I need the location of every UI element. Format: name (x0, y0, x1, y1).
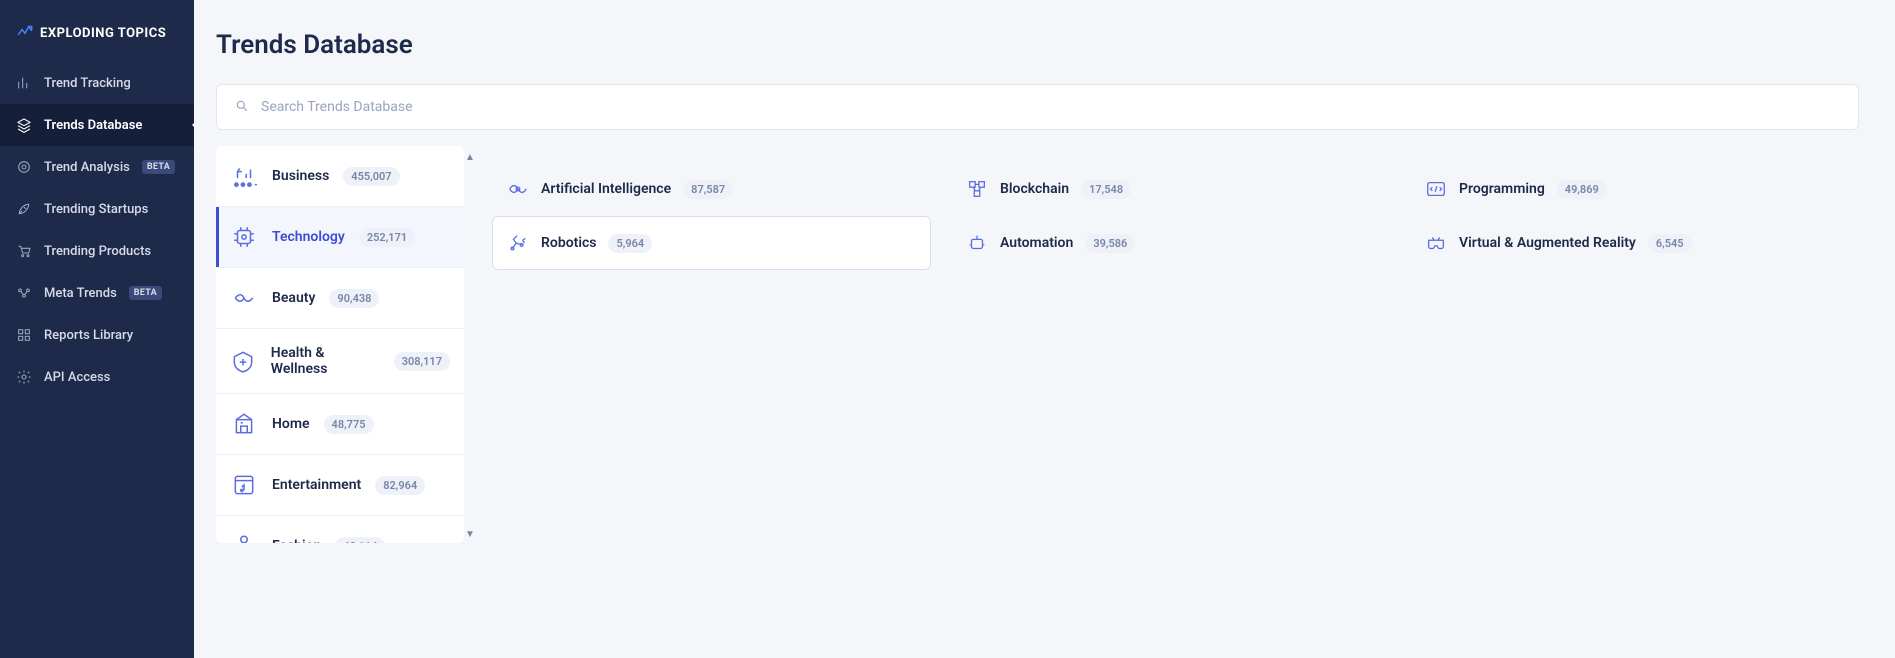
search-icon (235, 98, 261, 117)
automation-icon (966, 232, 988, 254)
subcategory-label: Virtual & Augmented Reality (1459, 235, 1636, 251)
category-health[interactable]: Health & Wellness 308,117 (216, 329, 464, 394)
subcategory-count: 49,869 (1557, 180, 1607, 199)
category-count: 48,775 (324, 415, 374, 434)
rocket-icon (16, 201, 32, 217)
subcategory-count: 5,964 (608, 234, 652, 253)
subcategory-count: 87,587 (683, 180, 733, 199)
nav-label: Trend Tracking (44, 76, 131, 91)
subcategory-label: Automation (1000, 235, 1073, 251)
nav-trend-analysis[interactable]: Trend Analysis BETA (0, 146, 194, 188)
subcategory-blockchain[interactable]: Blockchain 17,548 (951, 162, 1390, 216)
category-business[interactable]: Business 455,007 (216, 146, 464, 207)
subcategory-label: Artificial Intelligence (541, 181, 671, 197)
category-technology[interactable]: Technology 252,171 (216, 207, 464, 268)
category-label: Entertainment (272, 477, 361, 493)
chart-icon (16, 75, 32, 91)
health-icon (230, 347, 257, 375)
nav-meta-trends[interactable]: Meta Trends BETA (0, 272, 194, 314)
fashion-icon (230, 532, 258, 543)
main-content: Trends Database ▲ Business 455,007 Techn… (194, 0, 1895, 658)
subcategory-count: 17,548 (1081, 180, 1131, 199)
entertainment-icon (230, 471, 258, 499)
category-entertainment[interactable]: Entertainment 82,964 (216, 455, 464, 516)
layers-icon (16, 117, 32, 133)
category-beauty[interactable]: Beauty 90,438 (216, 268, 464, 329)
subcategory-count: 39,586 (1085, 234, 1135, 253)
gear-icon (16, 369, 32, 385)
category-count: 455,007 (343, 167, 399, 186)
category-label: Home (272, 416, 310, 432)
nav-label: Trend Analysis (44, 160, 130, 175)
grid-icon (16, 327, 32, 343)
subcategory-vr-ar[interactable]: Virtual & Augmented Reality 6,545 (1410, 216, 1849, 270)
scroll-down-arrow[interactable]: ▼ (464, 527, 476, 541)
category-label: Health & Wellness (271, 345, 380, 377)
nav-api-access[interactable]: API Access (0, 356, 194, 398)
subcategory-label: Programming (1459, 181, 1545, 197)
subcategory-programming[interactable]: Programming 49,869 (1410, 162, 1849, 216)
search-input[interactable] (261, 99, 1840, 115)
category-home[interactable]: Home 48,775 (216, 394, 464, 455)
nav-reports-library[interactable]: Reports Library (0, 314, 194, 356)
beta-badge: BETA (142, 160, 175, 174)
subcategory-robotics[interactable]: Robotics 5,964 (492, 216, 931, 270)
category-list[interactable]: Business 455,007 Technology 252,171 Beau… (216, 146, 464, 543)
brand-logo[interactable]: EXPLODING TOPICS (0, 0, 194, 62)
business-icon (230, 162, 258, 190)
beauty-icon (230, 284, 258, 312)
target-icon (16, 159, 32, 175)
nav-trend-tracking[interactable]: Trend Tracking (0, 62, 194, 104)
subcategory-automation[interactable]: Automation 39,586 (951, 216, 1390, 270)
category-count: 252,171 (359, 228, 415, 247)
category-count: 82,964 (375, 476, 425, 495)
subcategory-label: Blockchain (1000, 181, 1069, 197)
category-count: 90,438 (329, 289, 379, 308)
content-row: ▲ Business 455,007 Technology 252,171 (216, 146, 1859, 658)
category-label: Fashion (272, 538, 321, 543)
nav-label: Reports Library (44, 328, 133, 343)
category-label: Business (272, 168, 329, 184)
nav-label: Trends Database (44, 118, 142, 133)
search-bar[interactable] (216, 84, 1859, 130)
brand-text: EXPLODING TOPICS (40, 26, 166, 41)
nav-trends-database[interactable]: Trends Database (0, 104, 194, 146)
logo-icon (16, 22, 34, 44)
robotics-icon (507, 232, 529, 254)
nav-label: Trending Startups (44, 202, 148, 217)
nav-label: Meta Trends (44, 286, 117, 301)
home-icon (230, 410, 258, 438)
blockchain-icon (966, 178, 988, 200)
nav-trending-products[interactable]: Trending Products (0, 230, 194, 272)
category-count: 308,117 (394, 352, 450, 371)
sidebar: EXPLODING TOPICS Trend Tracking Trends D… (0, 0, 194, 658)
category-fashion[interactable]: Fashion 40,114 (216, 516, 464, 543)
subcategory-label: Robotics (541, 235, 596, 251)
nav-trending-startups[interactable]: Trending Startups (0, 188, 194, 230)
cart-icon (16, 243, 32, 259)
category-label: Technology (272, 229, 345, 245)
subcategory-grid: Artificial Intelligence 87,587 Blockchai… (464, 146, 1859, 658)
category-column: ▲ Business 455,007 Technology 252,171 (216, 146, 464, 658)
programming-icon (1425, 178, 1447, 200)
page-title: Trends Database (216, 30, 1859, 60)
nav-label: API Access (44, 370, 110, 385)
scroll-up-arrow[interactable]: ▲ (464, 150, 476, 164)
subcategory-ai[interactable]: Artificial Intelligence 87,587 (492, 162, 931, 216)
ai-icon (507, 178, 529, 200)
nav-label: Trending Products (44, 244, 151, 259)
category-label: Beauty (272, 290, 315, 306)
vr-icon (1425, 232, 1447, 254)
sidebar-nav: Trend Tracking Trends Database Trend Ana… (0, 62, 194, 398)
beta-badge: BETA (129, 286, 162, 300)
subcategory-count: 6,545 (1648, 234, 1692, 253)
technology-icon (230, 223, 258, 251)
dots-icon (16, 285, 32, 301)
category-count: 40,114 (335, 537, 385, 544)
